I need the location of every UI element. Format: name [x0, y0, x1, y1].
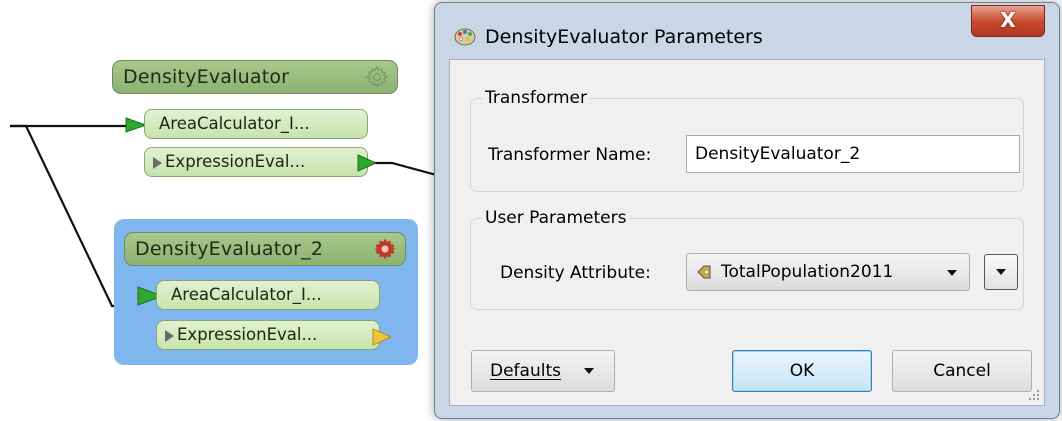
- cancel-button[interactable]: Cancel: [892, 350, 1032, 392]
- parameter-options-dropdown[interactable]: [984, 254, 1018, 290]
- workspace-canvas[interactable]: DensityEvaluator AreaCalculator_I... Exp…: [0, 0, 440, 421]
- input-port[interactable]: AreaCalculator_I...: [144, 109, 368, 139]
- group-title: User Parameters: [482, 208, 630, 228]
- chevron-down-icon: [996, 269, 1006, 275]
- resize-grip-icon[interactable]: [1028, 389, 1040, 401]
- input-port[interactable]: AreaCalculator_I...: [156, 280, 380, 310]
- close-button[interactable]: X: [971, 5, 1045, 37]
- connection-line[interactable]: [368, 161, 440, 178]
- output-port[interactable]: ExpressionEval...: [156, 320, 380, 350]
- density-attribute-label: Density Attribute:: [500, 263, 651, 283]
- gear-icon[interactable]: [365, 65, 389, 89]
- chevron-down-icon: [947, 270, 957, 276]
- output-arrow-icon: [357, 154, 378, 172]
- defaults-button[interactable]: Defaults: [471, 350, 615, 392]
- dialog-body: Transformer Transformer Name: DensityEva…: [449, 59, 1045, 406]
- palette-icon: [454, 28, 476, 46]
- connection-line[interactable]: [10, 124, 130, 308]
- unconnected-output-arrow-icon: [372, 328, 393, 346]
- output-port-label: ExpressionEval...: [177, 325, 318, 344]
- density-attribute-select[interactable]: TotalPopulation2011: [686, 253, 970, 291]
- chevron-down-icon: [584, 368, 594, 374]
- close-icon: X: [1000, 8, 1016, 32]
- transformer-densityevaluator-2[interactable]: DensityEvaluator_2: [124, 232, 406, 266]
- expand-triangle-icon[interactable]: [153, 157, 162, 169]
- transformer-name: DensityEvaluator_2: [135, 238, 324, 260]
- transformer-name-input[interactable]: DensityEvaluator_2: [686, 135, 1020, 173]
- output-port-label: ExpressionEval...: [165, 152, 306, 171]
- ok-label: OK: [789, 361, 815, 381]
- input-port-label: AreaCalculator_I...: [171, 285, 322, 304]
- output-port[interactable]: ExpressionEval...: [144, 147, 368, 177]
- cancel-label: Cancel: [933, 361, 991, 381]
- transformer-name-label: Transformer Name:: [488, 145, 652, 165]
- group-title: Transformer: [482, 88, 591, 108]
- selected-value: TotalPopulation2011: [721, 262, 894, 282]
- transformer-densityevaluator[interactable]: DensityEvaluator: [112, 60, 398, 94]
- attribute-icon: [697, 265, 711, 279]
- expand-triangle-icon[interactable]: [165, 330, 174, 342]
- dialog-title: DensityEvaluator Parameters: [485, 26, 763, 48]
- parameters-dialog: DensityEvaluator Parameters X Transforme…: [434, 2, 1060, 419]
- title-bar[interactable]: DensityEvaluator Parameters X: [435, 3, 1059, 59]
- input-port-label: AreaCalculator_I...: [159, 114, 310, 133]
- transformer-name: DensityEvaluator: [123, 66, 290, 88]
- ok-button[interactable]: OK: [732, 350, 872, 392]
- defaults-label: Defaults: [490, 361, 561, 381]
- gear-icon[interactable]: [373, 237, 397, 261]
